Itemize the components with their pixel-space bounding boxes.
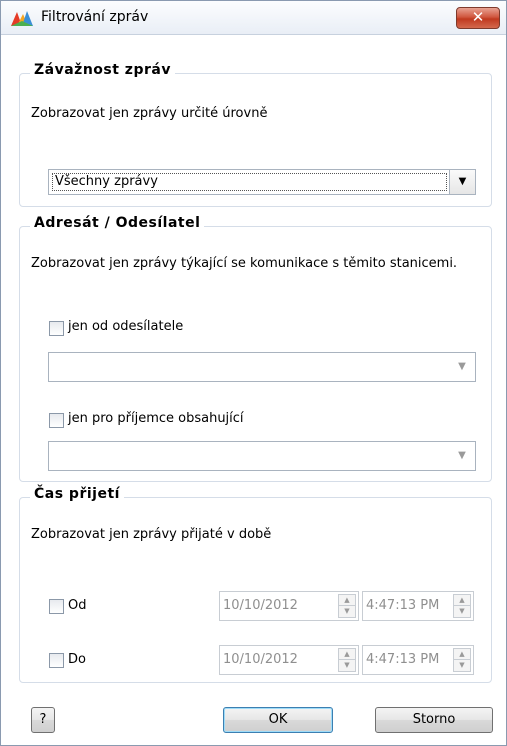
severity-select[interactable]: Všechny zprávy ▼ — [48, 169, 476, 195]
spin-down-icon[interactable]: ▼ — [454, 660, 470, 671]
severity-description: Zobrazovat jen zprávy určité úrovně — [31, 106, 268, 121]
to-time-value: 4:47:13 PM — [366, 652, 440, 667]
spin-up-icon[interactable]: ▲ — [454, 649, 470, 660]
severity-heading: Závažnost zpráv — [30, 62, 175, 78]
from-date-value: 10/10/2012 — [223, 598, 298, 613]
spin-up-icon[interactable]: ▲ — [454, 595, 470, 606]
sender-input[interactable]: ▼ — [48, 352, 476, 382]
from-date-field[interactable]: 10/10/2012 ▲ ▼ — [219, 591, 359, 621]
to-date-field[interactable]: 10/10/2012 ▲ ▼ — [219, 645, 359, 675]
ok-button[interactable]: OK — [223, 707, 333, 733]
avg-logo-icon — [11, 11, 33, 26]
sender-checkbox[interactable] — [49, 321, 64, 336]
from-time-spinner[interactable]: ▲ ▼ — [453, 594, 471, 618]
help-button[interactable]: ? — [31, 707, 55, 733]
recipient-heading: Adresát / Odesílatel — [30, 215, 205, 231]
time-heading: Čas přijetí — [30, 486, 124, 502]
close-icon: ✕ — [471, 8, 485, 26]
to-date-spinner[interactable]: ▲ ▼ — [338, 648, 356, 672]
to-time-spinner[interactable]: ▲ ▼ — [453, 648, 471, 672]
spin-up-icon[interactable]: ▲ — [339, 595, 355, 606]
to-checkbox-label[interactable]: Do — [68, 652, 86, 667]
from-date-spinner[interactable]: ▲ ▼ — [338, 594, 356, 618]
receiver-checkbox[interactable] — [49, 413, 64, 428]
recipient-description: Zobrazovat jen zprávy týkající se komuni… — [31, 256, 458, 271]
window-title: Filtrování zpráv — [41, 9, 149, 25]
from-checkbox-label[interactable]: Od — [68, 598, 86, 613]
severity-selected-value: Všechny zprávy — [52, 173, 447, 191]
spin-up-icon[interactable]: ▲ — [339, 649, 355, 660]
from-time-field[interactable]: 4:47:13 PM ▲ ▼ — [362, 591, 474, 621]
filter-dialog: Filtrování zpráv ✕ Závažnost zpráv Zobra… — [0, 0, 507, 746]
time-description: Zobrazovat jen zprávy přijaté v době — [31, 527, 272, 542]
from-checkbox[interactable] — [49, 599, 64, 614]
to-date-value: 10/10/2012 — [223, 652, 298, 667]
receiver-input[interactable]: ▼ — [48, 441, 476, 471]
chevron-down-icon[interactable]: ▼ — [449, 170, 475, 194]
receiver-checkbox-label[interactable]: jen pro příjemce obsahující — [68, 411, 244, 426]
spin-down-icon[interactable]: ▼ — [339, 660, 355, 671]
to-time-field[interactable]: 4:47:13 PM ▲ ▼ — [362, 645, 474, 675]
spin-down-icon[interactable]: ▼ — [339, 606, 355, 617]
cancel-button[interactable]: Storno — [375, 707, 493, 733]
spin-down-icon[interactable]: ▼ — [454, 606, 470, 617]
chevron-down-icon[interactable]: ▼ — [449, 442, 475, 470]
close-button[interactable]: ✕ — [456, 7, 500, 29]
from-time-value: 4:47:13 PM — [366, 598, 440, 613]
title-bar: Filtrování zpráv ✕ — [1, 1, 506, 35]
sender-checkbox-label[interactable]: jen od odesílatele — [68, 319, 183, 334]
to-checkbox[interactable] — [49, 653, 64, 668]
chevron-down-icon[interactable]: ▼ — [449, 353, 475, 381]
